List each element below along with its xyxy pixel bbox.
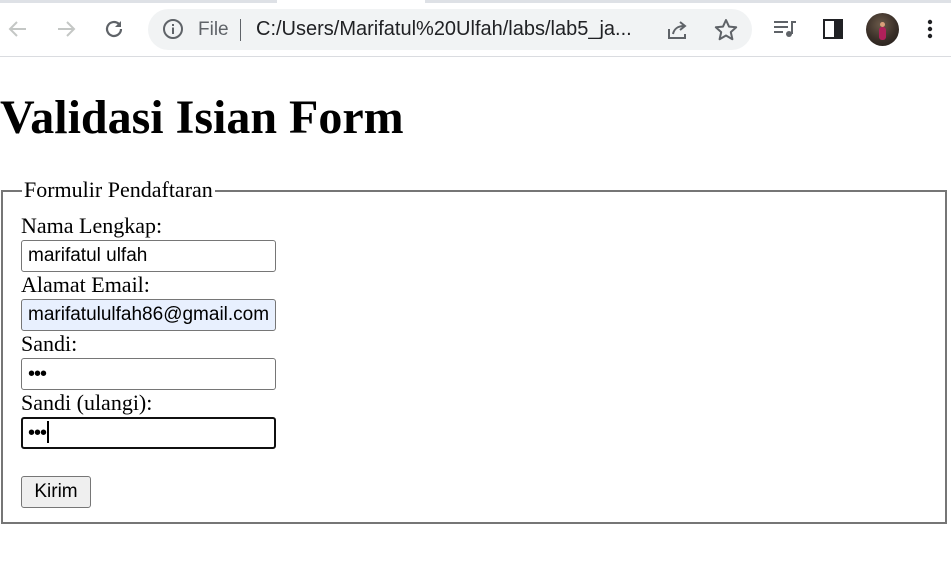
arrow-left-icon — [8, 21, 26, 37]
text-caret — [47, 421, 50, 443]
password-input[interactable]: ••• — [21, 358, 276, 390]
back-button[interactable] — [1, 12, 35, 46]
email-label: Alamat Email: — [21, 272, 150, 297]
reload-icon — [105, 20, 123, 38]
forward-button[interactable] — [49, 12, 83, 46]
url-separator — [240, 19, 241, 41]
password-label: Sandi: — [21, 331, 78, 356]
tab-strip-edge — [0, 0, 277, 3]
share-icon[interactable] — [664, 17, 690, 43]
arrow-right-icon — [58, 21, 76, 37]
profile-avatar[interactable] — [866, 13, 899, 46]
info-icon[interactable] — [162, 18, 184, 40]
submit-button[interactable]: Kirim — [21, 476, 91, 508]
star-icon[interactable] — [713, 17, 739, 43]
full-name-input[interactable]: marifatul ulfah — [21, 240, 276, 272]
password-confirm-input[interactable]: ••• — [21, 417, 276, 449]
tab-strip-edge — [425, 0, 951, 3]
password-confirm-value: ••• — [28, 422, 47, 444]
url-text[interactable]: C:/Users/Marifatul%20Ulfah/labs/lab5_ja.… — [256, 18, 648, 41]
browser-menu-button[interactable] — [913, 12, 947, 46]
reload-button[interactable] — [97, 12, 131, 46]
fieldset-legend: Formulir Pendaftaran — [22, 176, 215, 204]
media-queue-button[interactable] — [768, 12, 802, 46]
side-panel-button[interactable] — [816, 12, 850, 46]
url-scheme-label: File — [198, 19, 229, 40]
page-title: Validasi Isian Form — [0, 91, 404, 144]
email-input[interactable]: marifatululfah86@gmail.com — [21, 299, 276, 331]
browser-toolbar: File C:/Users/Marifatul%20Ulfah/labs/lab… — [0, 0, 951, 57]
media-queue-icon — [774, 21, 796, 37]
kebab-menu-icon — [927, 19, 933, 39]
address-bar[interactable]: File C:/Users/Marifatul%20Ulfah/labs/lab… — [148, 9, 752, 50]
full-name-label: Nama Lengkap: — [21, 213, 163, 238]
password-value: ••• — [28, 363, 47, 385]
password-confirm-label: Sandi (ulangi): — [21, 390, 153, 415]
side-panel-icon — [823, 19, 843, 39]
